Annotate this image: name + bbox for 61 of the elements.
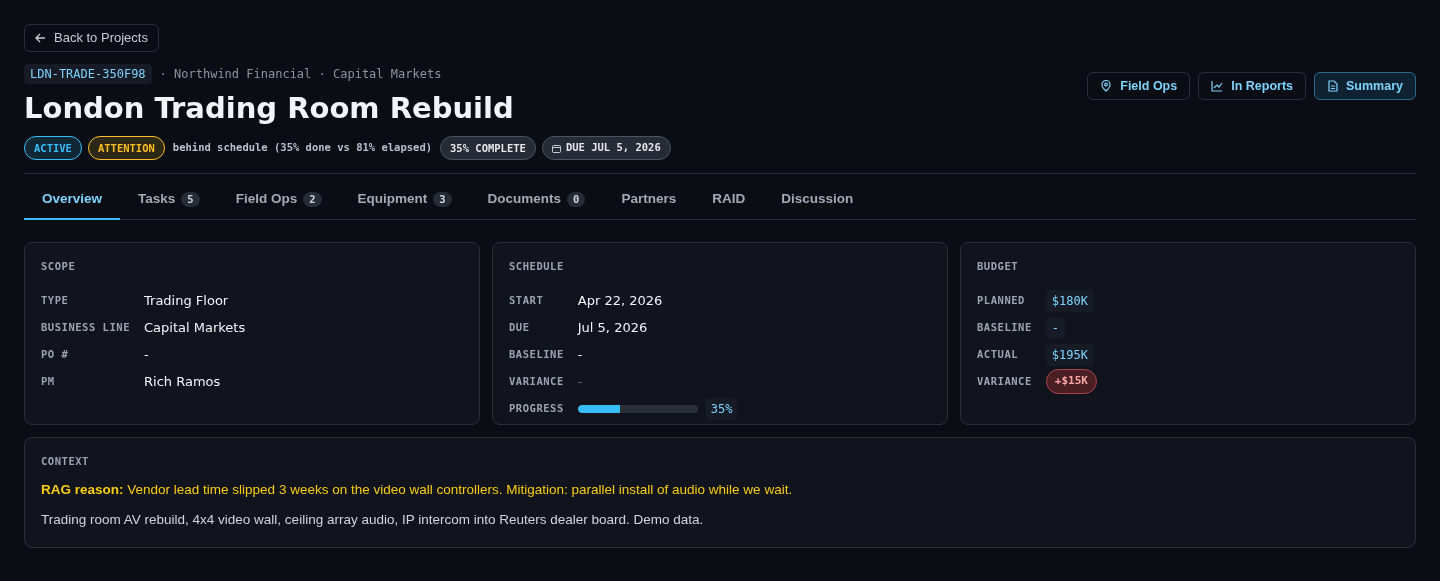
field-label: DUE: [509, 320, 531, 335]
tab-count: 2: [303, 191, 322, 207]
page-title: London Trading Room Rebuild: [24, 90, 514, 127]
field-label: PO #: [41, 347, 70, 362]
field-value: Capital Markets: [144, 318, 246, 337]
field-label: PM: [41, 374, 56, 389]
line-chart-icon: [1211, 80, 1224, 92]
project-code: LDN-TRADE-350F98: [24, 64, 152, 84]
back-button[interactable]: Back to Projects: [24, 24, 159, 52]
section-title: CONTEXT: [41, 454, 90, 470]
field-value: -: [577, 345, 583, 364]
location-pin-icon: [1100, 80, 1113, 92]
progress-badge: 35% COMPLETE: [440, 136, 536, 160]
progress-value: 35%: [705, 397, 738, 420]
field-label: BASELINE: [509, 347, 564, 362]
tab[interactable]: Discussion: [763, 186, 872, 221]
field-label: PROGRESS: [509, 401, 564, 416]
field-label: BASELINE: [977, 320, 1032, 335]
schedule-note: behind schedule (35% done vs 81% elapsed): [171, 140, 434, 156]
amount-value: $195K: [1045, 343, 1094, 366]
field-label: ACTUAL: [977, 347, 1020, 362]
field-label: PLANNED: [977, 293, 1026, 308]
field-label: VARIANCE: [509, 374, 564, 389]
field-label: TYPE: [41, 293, 70, 308]
header-button[interactable]: Field Ops: [1087, 72, 1191, 100]
field-value: Apr 22, 2026: [577, 291, 663, 310]
amount-value: -: [1045, 316, 1065, 339]
field-value: Jul 5, 2026: [577, 318, 648, 337]
field-value: -: [144, 345, 149, 364]
rag-reason: RAG reason: Vendor lead time slipped 3 weeks on the video wall controllers. Mitigation: parallel install of audio while we wait.: [41, 481, 794, 499]
document-icon: [1327, 80, 1338, 92]
tab[interactable]: Documents 0: [469, 186, 604, 221]
tab[interactable]: Tasks 5: [120, 186, 218, 221]
field-value: Rich Ramos: [144, 372, 221, 391]
status-badge: ATTENTION: [87, 136, 165, 160]
status-badge: ACTIVE: [24, 136, 82, 160]
project-meta: · Northwind Financial · Capital Markets: [159, 66, 442, 83]
tab[interactable]: Partners: [603, 186, 695, 221]
field-label: BUSINESS LINE: [41, 320, 130, 335]
tab[interactable]: Equipment 3: [339, 186, 470, 221]
header-button[interactable]: In Reports: [1198, 72, 1306, 100]
field-value: -: [577, 372, 583, 391]
due-date-badge: DUE JUL 5, 2026: [541, 136, 671, 160]
description: Trading room AV rebuild, 4x4 video wall, ceiling array audio, IP intercom into Reuters dealer board. Demo data.: [41, 511, 705, 530]
calendar-icon: [551, 143, 561, 153]
section-title: SCOPE: [41, 259, 77, 275]
tab-count: 0: [567, 191, 586, 207]
tab[interactable]: Field Ops 2: [217, 186, 340, 221]
section-title: SCHEDULE: [509, 259, 565, 275]
tab-count: 5: [181, 191, 200, 207]
field-label: START: [509, 293, 545, 308]
tab[interactable]: RAID: [694, 186, 764, 221]
variance-badge: +$15K: [1045, 369, 1097, 394]
field-value: Trading Floor: [144, 291, 229, 310]
amount-value: $180K: [1045, 289, 1094, 312]
tab[interactable]: Overview: [24, 186, 121, 221]
arrow-left-icon: [35, 33, 46, 43]
tab-count: 3: [433, 191, 452, 207]
field-label: VARIANCE: [977, 374, 1032, 389]
header-button[interactable]: Summary: [1314, 72, 1416, 100]
section-title: BUDGET: [977, 259, 1020, 275]
